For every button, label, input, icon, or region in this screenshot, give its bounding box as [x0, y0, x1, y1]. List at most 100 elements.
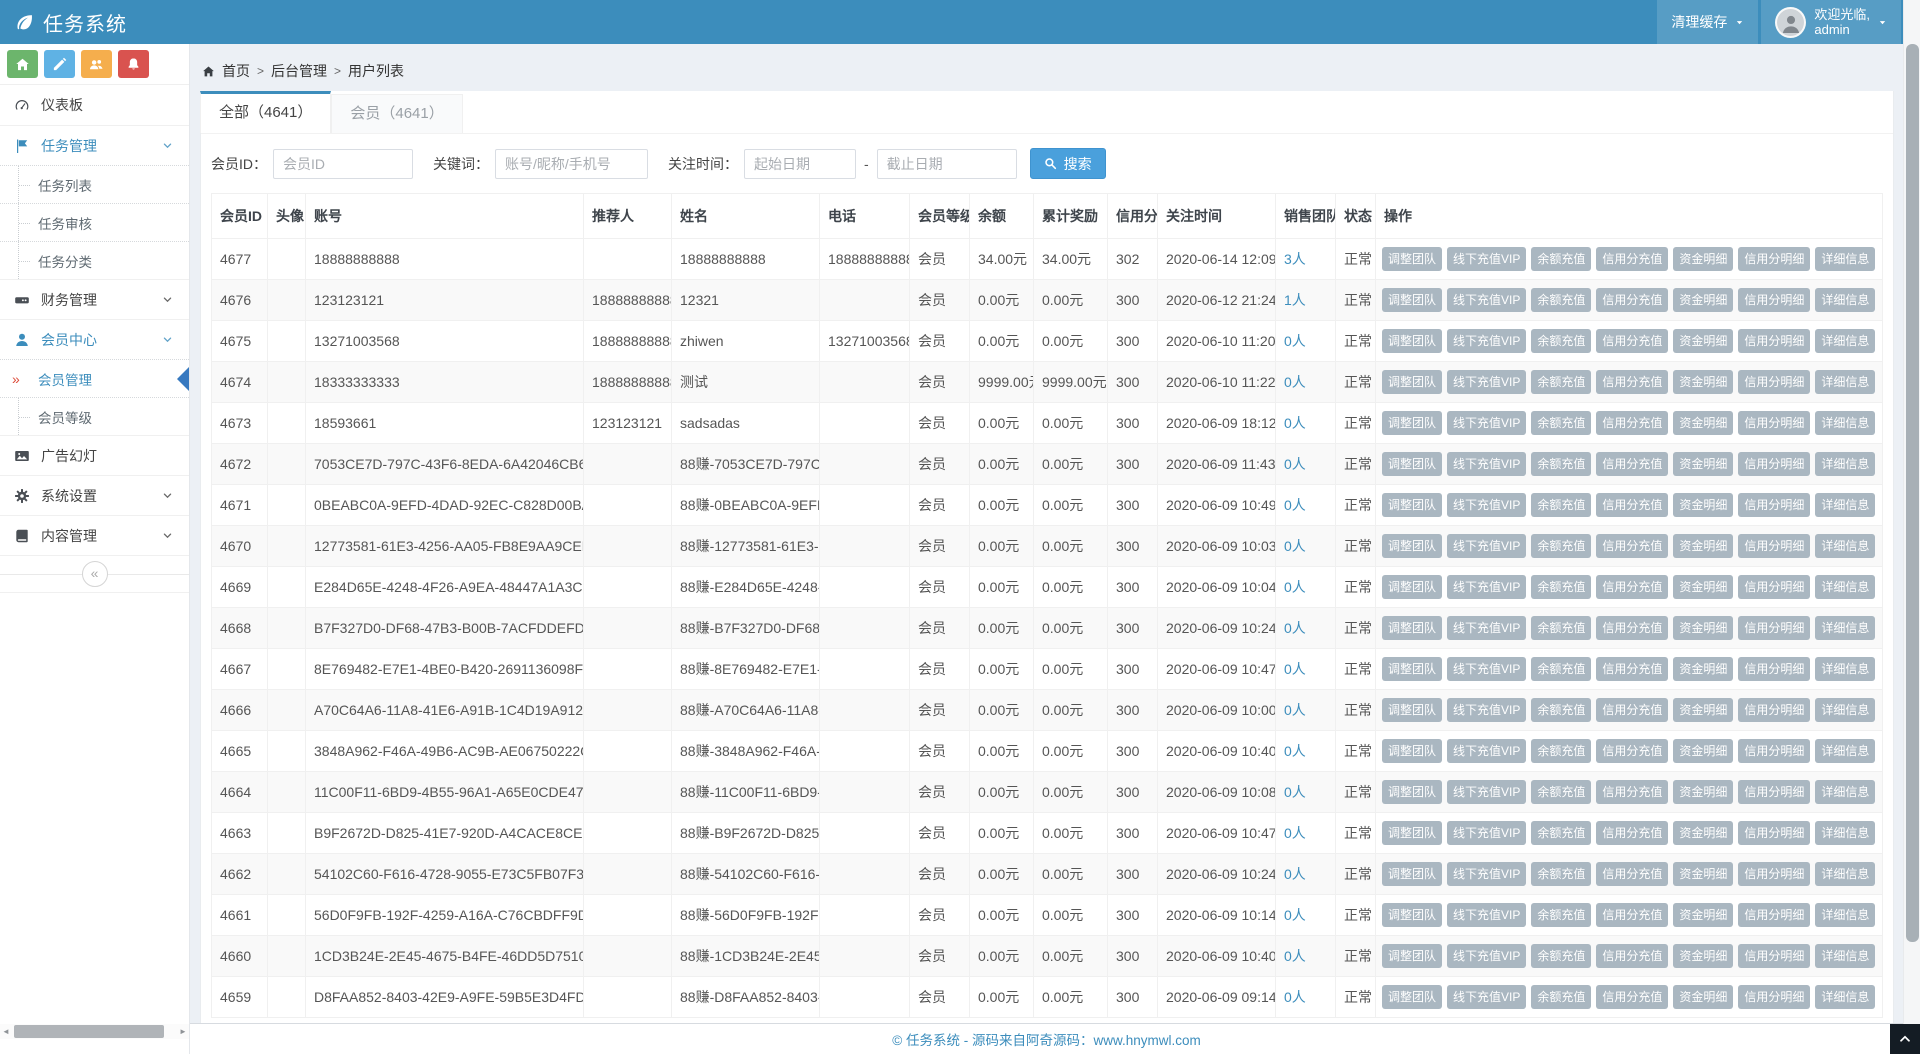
credit-recharge-button[interactable]: 信用分充值 [1596, 493, 1668, 517]
credit-recharge-button[interactable]: 信用分充值 [1596, 452, 1668, 476]
credit-details-button[interactable]: 信用分明细 [1738, 780, 1810, 804]
fund-details-button[interactable]: 资金明细 [1673, 944, 1733, 968]
sales-team-link[interactable]: 0人 [1284, 497, 1306, 513]
credit-details-button[interactable]: 信用分明细 [1738, 944, 1810, 968]
credit-details-button[interactable]: 信用分明细 [1738, 534, 1810, 558]
balance-recharge-button[interactable]: 余额充值 [1531, 493, 1591, 517]
detail-info-button[interactable]: 详细信息 [1815, 329, 1875, 353]
offline-recharge-vip-button[interactable]: 线下充值VIP [1447, 493, 1526, 517]
offline-recharge-vip-button[interactable]: 线下充值VIP [1447, 329, 1526, 353]
sales-team-link[interactable]: 0人 [1284, 538, 1306, 554]
detail-info-button[interactable]: 详细信息 [1815, 862, 1875, 886]
detail-info-button[interactable]: 详细信息 [1815, 985, 1875, 1009]
fund-details-button[interactable]: 资金明细 [1673, 985, 1733, 1009]
credit-details-button[interactable]: 信用分明细 [1738, 985, 1810, 1009]
detail-info-button[interactable]: 详细信息 [1815, 534, 1875, 558]
detail-info-button[interactable]: 详细信息 [1815, 616, 1875, 640]
fund-details-button[interactable]: 资金明细 [1673, 247, 1733, 271]
credit-recharge-button[interactable]: 信用分充值 [1596, 698, 1668, 722]
fund-details-button[interactable]: 资金明细 [1673, 534, 1733, 558]
credit-recharge-button[interactable]: 信用分充值 [1596, 534, 1668, 558]
balance-recharge-button[interactable]: 余额充值 [1531, 288, 1591, 312]
balance-recharge-button[interactable]: 余额充值 [1531, 862, 1591, 886]
adjust-team-button[interactable]: 调整团队 [1382, 657, 1442, 681]
tab-member[interactable]: 会员（4641） [331, 94, 462, 133]
sidebar-item-task-review[interactable]: 任务审核 [0, 203, 189, 241]
sidebar-item-ad-slides[interactable]: 广告幻灯 [0, 435, 189, 475]
detail-info-button[interactable]: 详细信息 [1815, 739, 1875, 763]
credit-details-button[interactable]: 信用分明细 [1738, 821, 1810, 845]
adjust-team-button[interactable]: 调整团队 [1382, 411, 1442, 435]
adjust-team-button[interactable]: 调整团队 [1382, 821, 1442, 845]
fund-details-button[interactable]: 资金明细 [1673, 657, 1733, 681]
fund-details-button[interactable]: 资金明细 [1673, 411, 1733, 435]
fund-details-button[interactable]: 资金明细 [1673, 903, 1733, 927]
sales-team-link[interactable]: 0人 [1284, 374, 1306, 390]
fund-details-button[interactable]: 资金明细 [1673, 780, 1733, 804]
fund-details-button[interactable]: 资金明细 [1673, 452, 1733, 476]
horizontal-scrollbar-thumb[interactable] [14, 1025, 164, 1038]
sidebar-collapse-button[interactable]: « [0, 555, 189, 593]
credit-details-button[interactable]: 信用分明细 [1738, 411, 1810, 435]
credit-details-button[interactable]: 信用分明细 [1738, 247, 1810, 271]
sidebar-item-content-management[interactable]: 内容管理 [0, 515, 189, 555]
offline-recharge-vip-button[interactable]: 线下充值VIP [1447, 657, 1526, 681]
offline-recharge-vip-button[interactable]: 线下充值VIP [1447, 821, 1526, 845]
fund-details-button[interactable]: 资金明细 [1673, 616, 1733, 640]
balance-recharge-button[interactable]: 余额充值 [1531, 370, 1591, 394]
start-date-input[interactable] [744, 149, 856, 179]
credit-recharge-button[interactable]: 信用分充值 [1596, 247, 1668, 271]
sales-team-link[interactable]: 0人 [1284, 702, 1306, 718]
balance-recharge-button[interactable]: 余额充值 [1531, 821, 1591, 845]
fund-details-button[interactable]: 资金明细 [1673, 739, 1733, 763]
credit-details-button[interactable]: 信用分明细 [1738, 698, 1810, 722]
offline-recharge-vip-button[interactable]: 线下充值VIP [1447, 985, 1526, 1009]
credit-details-button[interactable]: 信用分明细 [1738, 288, 1810, 312]
breadcrumb-admin[interactable]: 后台管理 [271, 61, 327, 81]
credit-details-button[interactable]: 信用分明细 [1738, 370, 1810, 394]
credit-recharge-button[interactable]: 信用分充值 [1596, 944, 1668, 968]
detail-info-button[interactable]: 详细信息 [1815, 411, 1875, 435]
sales-team-link[interactable]: 0人 [1284, 907, 1306, 923]
balance-recharge-button[interactable]: 余额充值 [1531, 534, 1591, 558]
balance-recharge-button[interactable]: 余额充值 [1531, 575, 1591, 599]
credit-details-button[interactable]: 信用分明细 [1738, 575, 1810, 599]
credit-details-button[interactable]: 信用分明细 [1738, 862, 1810, 886]
user-menu[interactable]: 欢迎光临, admin [1761, 0, 1901, 44]
fund-details-button[interactable]: 资金明细 [1673, 821, 1733, 845]
balance-recharge-button[interactable]: 余额充值 [1531, 247, 1591, 271]
adjust-team-button[interactable]: 调整团队 [1382, 329, 1442, 353]
sales-team-link[interactable]: 0人 [1284, 415, 1306, 431]
sidebar-item-task-management[interactable]: 任务管理 [0, 125, 189, 165]
offline-recharge-vip-button[interactable]: 线下充值VIP [1447, 616, 1526, 640]
fund-details-button[interactable]: 资金明细 [1673, 698, 1733, 722]
fund-details-button[interactable]: 资金明细 [1673, 370, 1733, 394]
offline-recharge-vip-button[interactable]: 线下充值VIP [1447, 739, 1526, 763]
offline-recharge-vip-button[interactable]: 线下充值VIP [1447, 370, 1526, 394]
sales-team-link[interactable]: 0人 [1284, 989, 1306, 1005]
sales-team-link[interactable]: 0人 [1284, 784, 1306, 800]
home-button[interactable] [7, 50, 38, 78]
sales-team-link[interactable]: 0人 [1284, 620, 1306, 636]
sidebar-item-task-category[interactable]: 任务分类 [0, 241, 189, 279]
sales-team-link[interactable]: 0人 [1284, 456, 1306, 472]
detail-info-button[interactable]: 详细信息 [1815, 657, 1875, 681]
offline-recharge-vip-button[interactable]: 线下充值VIP [1447, 411, 1526, 435]
sales-team-link[interactable]: 0人 [1284, 661, 1306, 677]
search-button[interactable]: 搜索 [1030, 148, 1106, 179]
credit-recharge-button[interactable]: 信用分充值 [1596, 903, 1668, 927]
offline-recharge-vip-button[interactable]: 线下充值VIP [1447, 534, 1526, 558]
users-button[interactable] [81, 50, 112, 78]
adjust-team-button[interactable]: 调整团队 [1382, 247, 1442, 271]
offline-recharge-vip-button[interactable]: 线下充值VIP [1447, 247, 1526, 271]
offline-recharge-vip-button[interactable]: 线下充值VIP [1447, 862, 1526, 886]
credit-details-button[interactable]: 信用分明细 [1738, 657, 1810, 681]
detail-info-button[interactable]: 详细信息 [1815, 575, 1875, 599]
sales-team-link[interactable]: 3人 [1284, 251, 1306, 267]
credit-details-button[interactable]: 信用分明细 [1738, 329, 1810, 353]
credit-details-button[interactable]: 信用分明细 [1738, 493, 1810, 517]
adjust-team-button[interactable]: 调整团队 [1382, 575, 1442, 599]
detail-info-button[interactable]: 详细信息 [1815, 493, 1875, 517]
adjust-team-button[interactable]: 调整团队 [1382, 862, 1442, 886]
detail-info-button[interactable]: 详细信息 [1815, 903, 1875, 927]
